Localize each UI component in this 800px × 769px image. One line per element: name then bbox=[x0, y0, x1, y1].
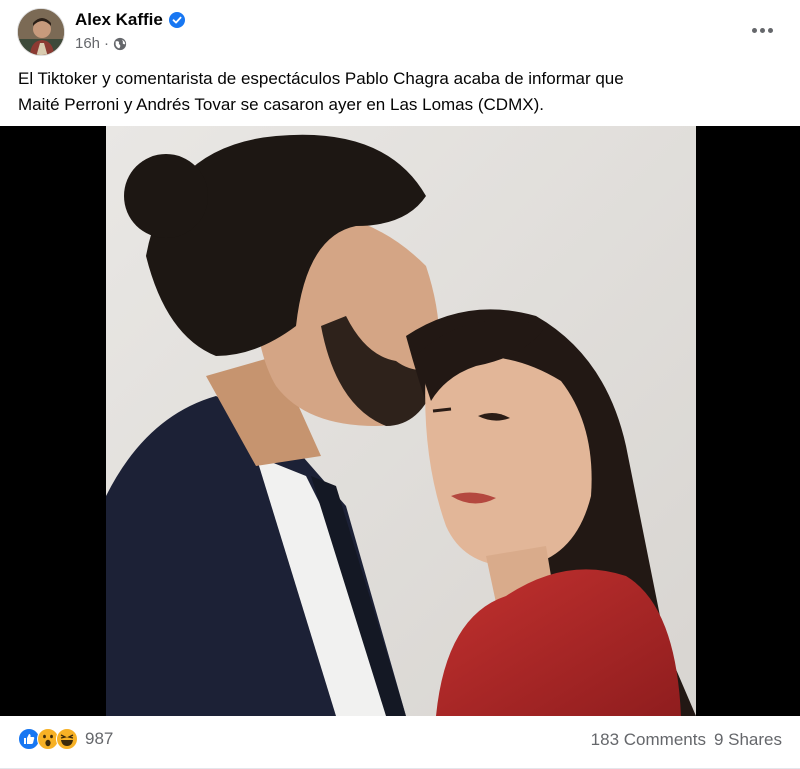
more-options-button[interactable] bbox=[744, 16, 780, 44]
author-name[interactable]: Alex Kaffie bbox=[75, 10, 163, 30]
globe-icon[interactable] bbox=[113, 37, 127, 51]
more-options-icon bbox=[751, 27, 757, 33]
reaction-icons bbox=[18, 728, 78, 750]
reaction-count: 987 bbox=[85, 729, 114, 748]
post-stats: 183 Comments 9 Shares bbox=[591, 730, 782, 750]
facebook-post: Alex Kaffie 16h · El Tiktoker y comentar… bbox=[0, 0, 800, 769]
post-media[interactable] bbox=[0, 126, 800, 716]
comments-count-link[interactable]: 183 Comments bbox=[591, 730, 706, 750]
verified-badge-icon bbox=[168, 12, 185, 28]
post-time[interactable]: 16h bbox=[75, 35, 100, 52]
post-text-line: El Tiktoker y comentarista de espectácul… bbox=[18, 69, 624, 88]
author-name-row: Alex Kaffie bbox=[75, 10, 185, 30]
couple-photo-image bbox=[106, 126, 696, 716]
more-dot bbox=[767, 27, 773, 33]
post-footer: 987 183 Comments 9 Shares bbox=[0, 716, 800, 769]
post-photo[interactable] bbox=[106, 126, 696, 716]
post-text-line: Maité Perroni y Andrés Tovar se casaron … bbox=[18, 95, 544, 114]
shares-count-link[interactable]: 9 Shares bbox=[714, 730, 782, 750]
reactions-summary[interactable]: 987 bbox=[18, 728, 113, 750]
meta-separator: · bbox=[104, 35, 110, 52]
author-avatar[interactable] bbox=[17, 8, 65, 56]
post-text: El Tiktoker y comentarista de espectácul… bbox=[18, 66, 788, 118]
post-header: Alex Kaffie 16h · bbox=[0, 0, 800, 64]
haha-reaction-icon bbox=[56, 728, 78, 750]
post-meta: 16h · bbox=[75, 35, 127, 52]
avatar-image bbox=[18, 9, 64, 55]
more-dot bbox=[759, 27, 765, 33]
